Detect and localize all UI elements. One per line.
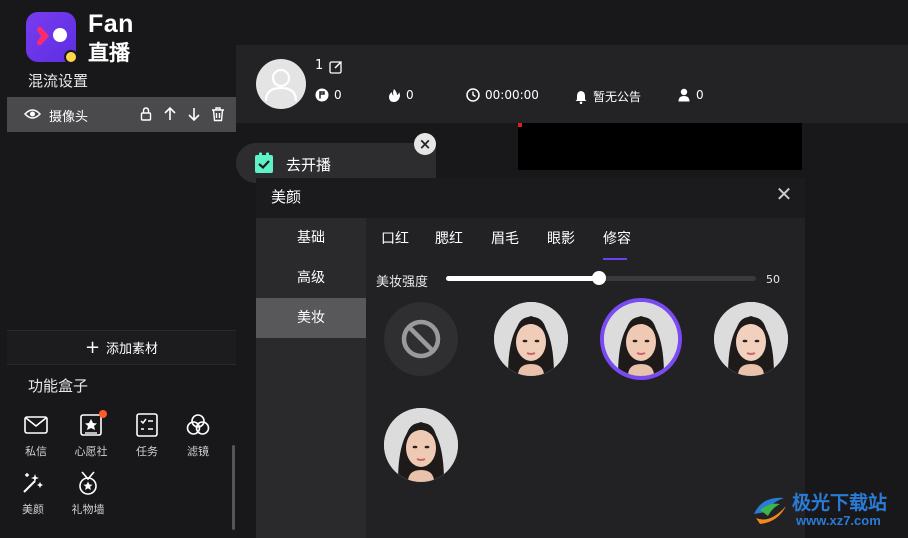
makeup-option-preset-3[interactable] — [714, 302, 788, 376]
wish-icon — [78, 410, 107, 438]
user-icon — [677, 88, 691, 102]
makeup-option-preset-2[interactable] — [604, 302, 678, 376]
viewer-stat: 0 — [677, 88, 704, 102]
beauty-panel: 美颜 ✕ 基础 高级 美妆 口红 腮红 眉毛 眼影 修容 美妆强度 50 — [256, 178, 805, 538]
user-name: 1 — [315, 58, 324, 73]
intensity-slider-fill — [446, 276, 600, 281]
function-item-wish[interactable]: 心愿社 — [69, 410, 113, 459]
makeup-option-preset-4[interactable] — [384, 408, 458, 482]
function-item-label: 美颜 — [22, 503, 44, 516]
face-thumbnail-image — [604, 302, 678, 376]
face-thumbnail-image — [714, 302, 788, 376]
makeup-option-preset-1[interactable] — [494, 302, 568, 376]
beauty-category-menu: 基础 高级 美妆 — [256, 218, 366, 538]
prohibited-icon — [401, 319, 441, 359]
function-item-label: 心愿社 — [74, 445, 108, 458]
mix-settings-title: 混流设置 — [28, 72, 89, 90]
function-item-task[interactable]: 任务 — [125, 412, 169, 459]
intensity-value: 50 — [766, 273, 780, 286]
menu-item-basic[interactable]: 基础 — [256, 218, 366, 258]
mail-icon — [23, 412, 49, 438]
tab-eyebrow[interactable]: 眉毛 — [491, 228, 519, 248]
tab-eyeshadow[interactable]: 眼影 — [547, 228, 575, 248]
arrow-down-icon[interactable] — [186, 106, 202, 122]
clock-icon — [466, 88, 480, 102]
function-item-label: 礼物墙 — [71, 503, 105, 516]
makeup-option-none[interactable] — [384, 302, 458, 376]
active-tab-indicator — [603, 258, 627, 260]
watermark-url: www.xz7.com — [796, 513, 881, 528]
panel-title: 美颜 — [271, 188, 302, 206]
source-item-camera[interactable]: 摄像头 — [7, 97, 236, 132]
coin-stat: 0 — [315, 88, 342, 102]
function-item-message[interactable]: 私信 — [14, 412, 58, 459]
intensity-slider-handle[interactable] — [592, 271, 607, 285]
announcement-text: 暂无公告 — [593, 90, 642, 104]
intensity-label: 美妆强度 — [376, 275, 429, 290]
coin-icon — [315, 88, 329, 102]
popularity-stat: 0 — [387, 88, 414, 102]
face-thumbnail-image — [384, 408, 458, 482]
watermark-logo-icon — [750, 488, 790, 528]
live-duration: 00:00:00 — [485, 88, 539, 102]
app-logo-subtext: 直播 — [88, 41, 130, 65]
trash-icon[interactable] — [210, 106, 226, 122]
app-logo-text: Fan — [88, 10, 134, 38]
arrow-up-icon[interactable] — [162, 106, 178, 122]
bell-icon — [574, 90, 588, 104]
function-item-label: 任务 — [136, 445, 158, 458]
close-tooltip-button[interactable]: × — [414, 133, 436, 155]
add-material-label: 添加素材 — [106, 342, 159, 357]
edit-icon[interactable] — [329, 59, 343, 74]
add-material-button[interactable]: + 添加素材 — [7, 330, 236, 365]
function-item-label: 私信 — [25, 445, 47, 458]
menu-item-advanced[interactable]: 高级 — [256, 258, 366, 298]
filter-icon — [185, 412, 211, 438]
watermark-text: 极光下载站 — [792, 492, 888, 514]
broadcast-icon — [254, 152, 274, 174]
go-live-button[interactable]: 去开播 — [236, 143, 436, 183]
makeup-content: 口红 腮红 眉毛 眼影 修容 美妆强度 50 — [366, 218, 805, 538]
function-item-label: 滤镜 — [187, 445, 209, 458]
face-thumbnail-image — [494, 302, 568, 376]
app-logo-icon — [26, 12, 78, 64]
sidebar-scrollbar[interactable] — [232, 445, 235, 530]
avatar[interactable] — [256, 59, 306, 109]
viewer-count: 0 — [696, 88, 704, 102]
go-live-label: 去开播 — [286, 156, 332, 174]
tab-blush[interactable]: 腮红 — [435, 228, 463, 248]
fire-icon — [387, 88, 401, 102]
announcement-stat[interactable]: 暂无公告 — [574, 88, 641, 105]
eye-icon[interactable] — [23, 106, 42, 125]
close-icon[interactable]: ✕ — [774, 184, 794, 204]
live-info-bar: 1 0 0 00:00:00 暂无公告 0 — [236, 45, 908, 123]
recording-indicator — [518, 123, 522, 127]
tab-lipstick[interactable]: 口红 — [381, 228, 409, 248]
function-box-title: 功能盒子 — [28, 377, 89, 395]
function-item-beauty[interactable]: 美颜 — [11, 470, 55, 517]
plus-icon: + — [84, 336, 101, 358]
task-icon — [134, 412, 160, 438]
popularity-count: 0 — [406, 88, 414, 102]
tab-contour[interactable]: 修容 — [603, 228, 631, 248]
source-item-label: 摄像头 — [49, 110, 89, 125]
magic-wand-icon — [20, 470, 46, 496]
duration-stat: 00:00:00 — [466, 88, 539, 102]
coin-count: 0 — [334, 88, 342, 102]
function-item-gift-wall[interactable]: 礼物墙 — [66, 470, 110, 517]
function-item-filter[interactable]: 滤镜 — [176, 412, 220, 459]
medal-icon — [75, 470, 101, 496]
notification-dot — [99, 410, 107, 418]
video-preview — [518, 123, 802, 170]
menu-item-makeup[interactable]: 美妆 — [256, 298, 366, 338]
lock-icon[interactable] — [138, 106, 154, 122]
